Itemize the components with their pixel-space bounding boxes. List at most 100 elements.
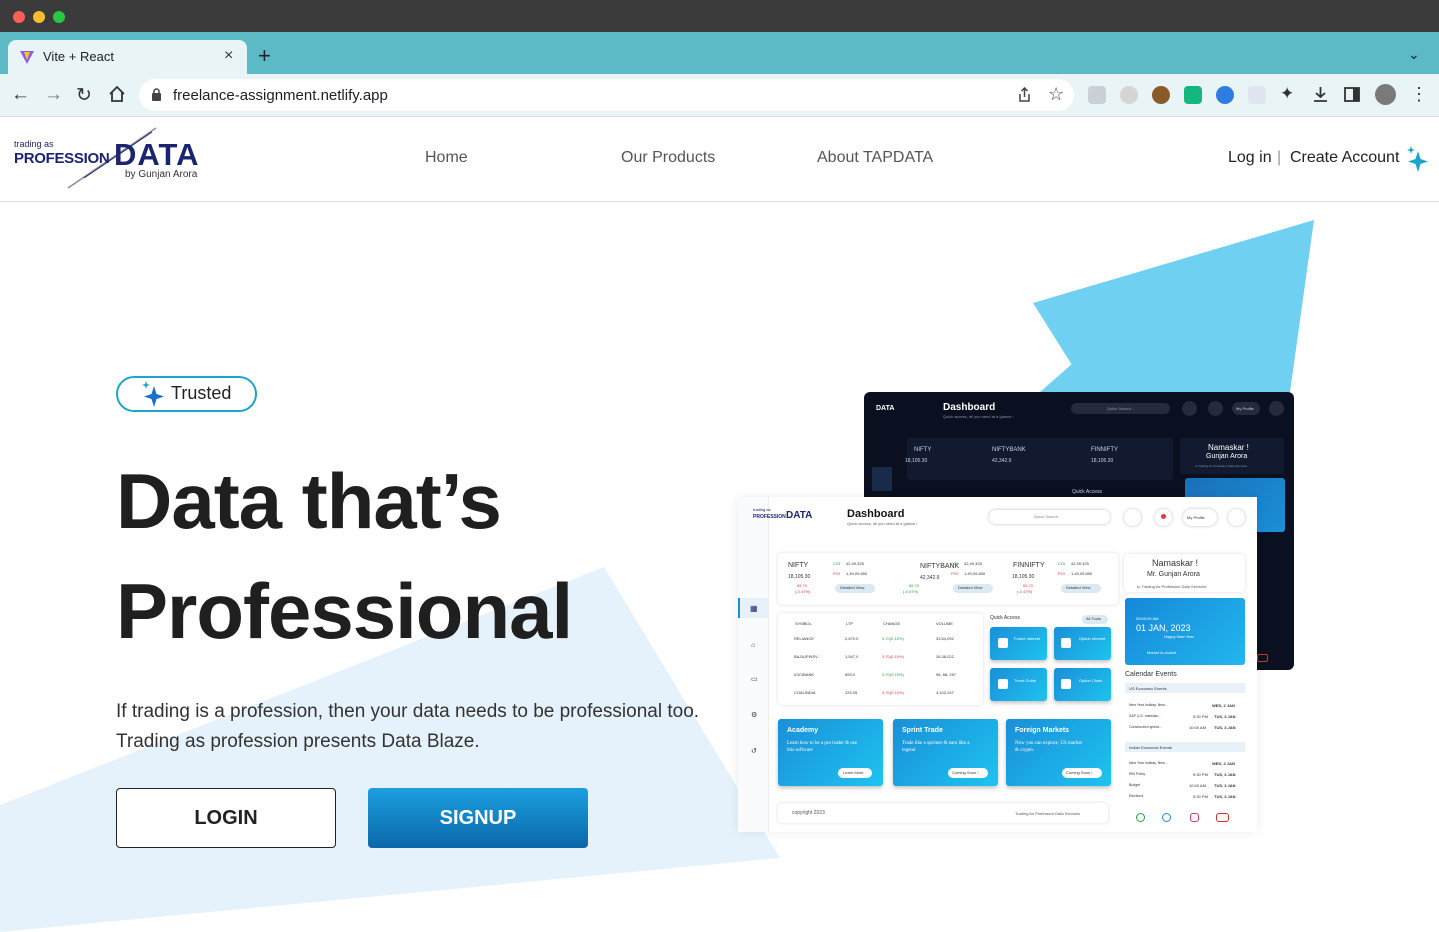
mock-all-tools-label: All Tools bbox=[1086, 616, 1101, 621]
mock-th-ltp: LTP bbox=[846, 621, 854, 626]
logo-data-text[interactable]: DATA bbox=[114, 137, 200, 173]
login-button[interactable]: LOGIN bbox=[116, 788, 336, 848]
sidebar-settings-icon: ⚙ bbox=[751, 712, 758, 719]
create-account-link[interactable]: Create Account bbox=[1290, 149, 1399, 167]
dark-index-niftybank-value: 42,342.9 bbox=[992, 458, 1012, 464]
mock-index-niftybank-change: 65.70 bbox=[909, 583, 920, 588]
mock-promo-button-label: Coming Soon ! bbox=[1066, 770, 1093, 775]
mock-th-volume: VOLUME bbox=[936, 621, 953, 626]
signup-button[interactable]: SIGNUP bbox=[368, 788, 588, 848]
url-text[interactable]: freelance-assignment.netlify.app bbox=[173, 87, 388, 104]
mock-logo-small: trading as bbox=[753, 507, 771, 512]
mock-promo-button-label: Learn More bbox=[843, 770, 864, 775]
dark-index-strip bbox=[907, 438, 1173, 480]
dark-index-nifty: NIFTY bbox=[914, 447, 932, 453]
eyedropper-extension-icon[interactable] bbox=[1248, 86, 1266, 104]
mock-index-finnifty-change: 65.70 bbox=[1023, 583, 1034, 588]
mock-index-nifty-change: 65.70 bbox=[797, 583, 808, 588]
logo-byline[interactable]: by Gunjan Arora bbox=[125, 169, 197, 180]
mock-row-change: 3.70(0.15%) bbox=[882, 654, 904, 659]
site-header bbox=[0, 117, 1439, 202]
hero-title-line-2: Professional bbox=[116, 567, 573, 655]
mock-promo-title: Sprint Trade bbox=[902, 727, 943, 734]
close-window-button[interactable] bbox=[13, 11, 25, 23]
browser-menu-icon[interactable]: ⋮ bbox=[1410, 84, 1428, 105]
lock-icon[interactable] bbox=[151, 88, 162, 101]
dark-greeting-name: Gunjan Arora bbox=[1206, 453, 1248, 460]
sidebar-calendar-icon: ▭ bbox=[751, 676, 758, 683]
auth-separator: | bbox=[1277, 149, 1282, 166]
download-icon[interactable] bbox=[1312, 86, 1329, 103]
mock-row-symbol: RELIANCE bbox=[794, 636, 815, 641]
mock-niftybank-poi: 1,49,09,650 bbox=[964, 571, 986, 576]
mock-footer-copyright: copyright 2023 bbox=[792, 810, 825, 816]
minimize-window-button[interactable] bbox=[33, 11, 45, 23]
dark-search-placeholder: Quick Search... bbox=[1107, 406, 1135, 411]
mock-logo-profession: PROFESSION bbox=[753, 514, 786, 520]
back-icon[interactable]: ← bbox=[11, 84, 30, 106]
mock-promo-text: Learn how to be a pro trader & use this … bbox=[787, 741, 857, 753]
mock-holiday: Happy New Year bbox=[1164, 634, 1194, 639]
new-tab-icon[interactable]: + bbox=[258, 43, 271, 69]
home-icon[interactable] bbox=[108, 85, 126, 103]
mock-row-volume: 4,102,247 bbox=[936, 690, 954, 695]
mock-row-ltp: 2,670.0 bbox=[845, 636, 859, 641]
logo-profession-text[interactable]: PROFESSION bbox=[14, 150, 110, 167]
dark-quick-access: Quick Access bbox=[1072, 489, 1103, 495]
mock-row-symbol: BAJAJFINSV bbox=[794, 654, 818, 659]
mock-index-nifty: NIFTY bbox=[788, 562, 809, 569]
mock-tool-icon bbox=[1061, 679, 1071, 689]
mock-search-placeholder: Quick Search... bbox=[1034, 514, 1062, 519]
mock-row-volume: 96, 88, 257 bbox=[936, 672, 957, 677]
mock-row-ltp: 225.05 bbox=[845, 690, 858, 695]
sidebar-icon[interactable] bbox=[1344, 87, 1360, 102]
nav-our-products-link[interactable]: Our Products bbox=[621, 149, 715, 167]
mock-index-finnifty-pct: (-0.47%) bbox=[1017, 589, 1033, 594]
dark-power-icon bbox=[1269, 401, 1284, 416]
mock-event-time: 9:30 PM bbox=[1193, 772, 1208, 777]
green-extension-icon[interactable] bbox=[1184, 86, 1202, 104]
bookmark-star-icon[interactable]: ☆ bbox=[1048, 84, 1064, 105]
mock-niftybank-coi-label: COI bbox=[951, 561, 959, 566]
nav-about-link[interactable]: About TAPDATA bbox=[817, 149, 933, 167]
extension-icon[interactable] bbox=[1120, 86, 1138, 104]
tab-search-chevron-icon[interactable]: ⌄ bbox=[1408, 46, 1420, 63]
mock-promo-title: Foreign Markets bbox=[1015, 727, 1070, 734]
mock-niftybank-coi: 42,49,325 bbox=[964, 561, 982, 566]
mock-index-finnifty-value: 18,105.30 bbox=[1012, 574, 1035, 580]
mock-niftybank-poi-label: POI bbox=[951, 571, 958, 576]
shield-extension-icon[interactable] bbox=[1088, 86, 1106, 104]
mock-row-change: 3.70(0.15%) bbox=[882, 672, 904, 677]
mock-youtube-icon bbox=[1216, 813, 1229, 822]
mock-us-events-title: US Economic Events bbox=[1129, 686, 1167, 691]
forward-icon[interactable]: → bbox=[44, 84, 63, 106]
dark-index-finnifty-value: 18,105.30 bbox=[1091, 458, 1114, 464]
logo-tagline[interactable]: trading as bbox=[14, 139, 54, 149]
blue-extension-icon[interactable] bbox=[1216, 86, 1234, 104]
mock-niftybank-detail-label: Detailed View bbox=[958, 585, 983, 590]
mock-tool-label: Trend Guide bbox=[1014, 678, 1037, 683]
hero-subtitle: If trading is a profession, then your da… bbox=[116, 701, 700, 752]
mock-tool-icon bbox=[998, 679, 1008, 689]
sidebar-grid-icon: ▦ bbox=[750, 604, 758, 613]
mock-tool-icon bbox=[1061, 638, 1071, 648]
mock-tool-label: Option Interest bbox=[1079, 636, 1106, 641]
share-icon[interactable] bbox=[1017, 87, 1032, 103]
puzzle-extensions-icon[interactable]: ✦ bbox=[1280, 84, 1294, 104]
dark-sidebar-active bbox=[872, 467, 892, 491]
nav-home-link[interactable]: Home bbox=[425, 149, 468, 167]
login-link[interactable]: Log in bbox=[1228, 149, 1272, 167]
cookie-extension-icon[interactable] bbox=[1152, 86, 1170, 104]
mock-event-date: TUS, 3 JAN bbox=[1214, 725, 1236, 730]
reload-icon[interactable]: ↻ bbox=[76, 84, 92, 107]
mock-index-nifty-pct: (-0.47%) bbox=[795, 589, 811, 594]
mock-quick-access-title: Quick Access bbox=[990, 615, 1021, 621]
profile-avatar[interactable] bbox=[1375, 84, 1396, 105]
mock-date: 01 JAN, 2023 bbox=[1136, 623, 1191, 633]
mock-in-events-title: Indian Economic Events bbox=[1129, 745, 1172, 750]
mock-tool-label: Future Interest bbox=[1014, 636, 1041, 641]
mock-event-name: Budget bbox=[1129, 783, 1141, 787]
mock-market-status: Market is closed bbox=[1147, 650, 1176, 655]
maximize-window-button[interactable] bbox=[53, 11, 65, 23]
tab-close-icon[interactable]: × bbox=[224, 47, 233, 65]
